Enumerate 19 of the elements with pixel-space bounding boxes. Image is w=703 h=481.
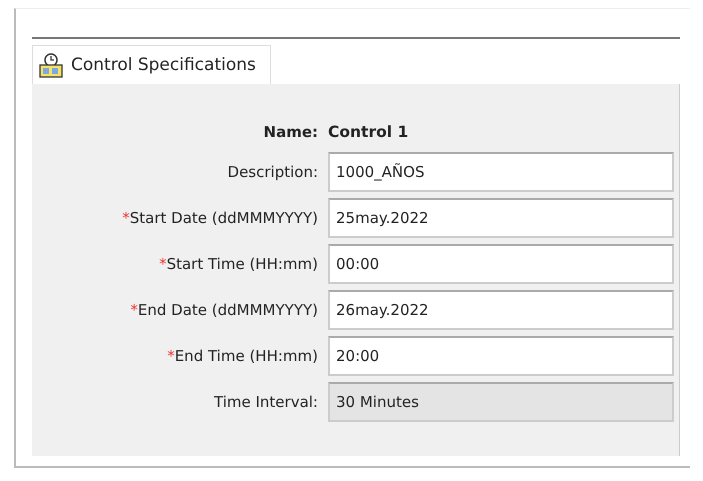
name-value: Control 1 (328, 122, 410, 143)
required-mark: * (159, 255, 167, 273)
input-field[interactable]: 00:00 (328, 244, 674, 284)
field-label: Time Interval: (214, 393, 318, 411)
required-mark: * (130, 301, 138, 319)
input-field[interactable]: 20:00 (328, 336, 674, 376)
tab[interactable]: Control Specifications (32, 45, 271, 84)
field-label: Start Date (ddMMMYYYY) (130, 209, 318, 227)
input-field[interactable]: 26may.2022 (328, 290, 674, 330)
clock-lock-icon (39, 52, 63, 78)
required-mark: * (167, 347, 175, 365)
required-mark: * (122, 209, 130, 227)
input-field[interactable]: 25may.2022 (328, 198, 674, 238)
input-field[interactable]: 1000_AÑOS (328, 152, 674, 192)
field-label: Description: (228, 163, 318, 181)
field-label: Name: (264, 123, 318, 141)
field-label: End Time (HH:mm) (174, 347, 318, 365)
field-label: Start Time (HH:mm) (166, 255, 318, 273)
field-label: End Date (ddMMMYYYY) (138, 301, 318, 319)
